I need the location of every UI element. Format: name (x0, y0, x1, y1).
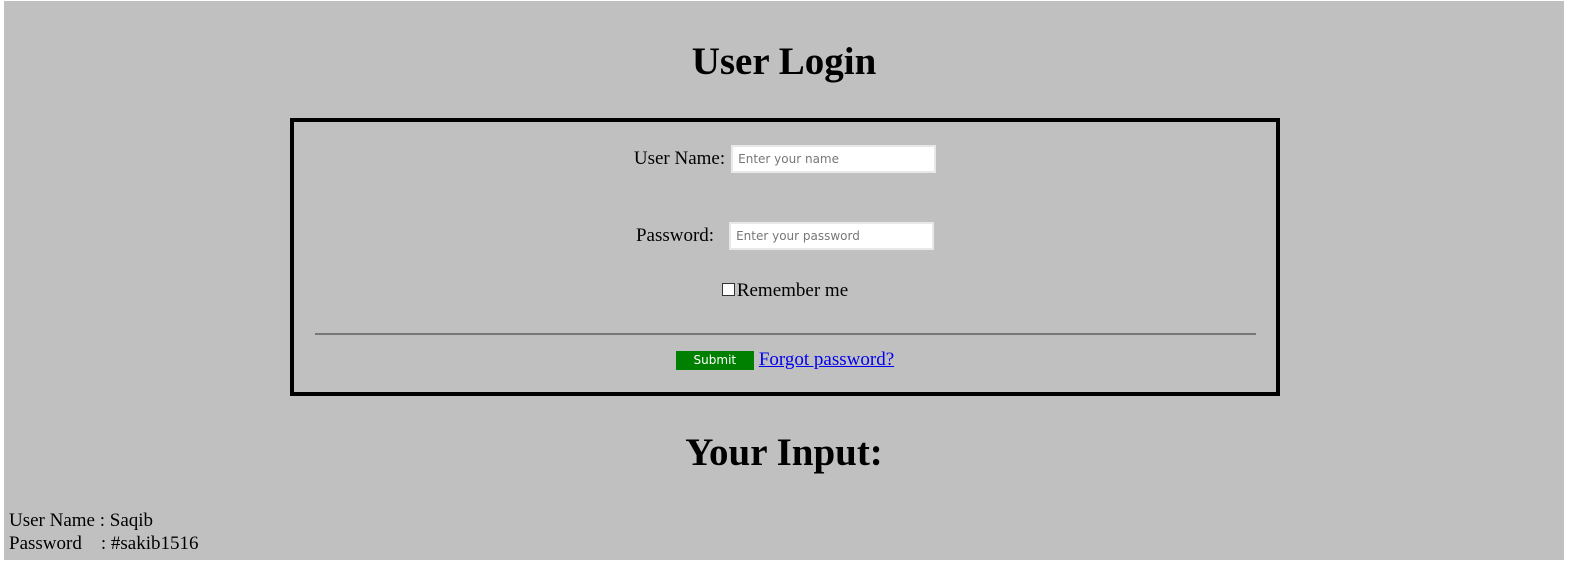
password-row: Password: (294, 222, 1276, 250)
password-label: Password: (635, 225, 715, 246)
remember-row: Remember me (294, 280, 1276, 302)
username-input[interactable] (731, 145, 937, 173)
password-input[interactable] (729, 222, 935, 250)
page-title: User Login (691, 40, 877, 83)
page-container: User Login User Name: Password: Remember… (4, 1, 1564, 560)
output-heading: Your Input: (685, 431, 883, 474)
form-divider (315, 333, 1256, 335)
output-block: User Name : Saqib Password : #sakib1516 (9, 509, 198, 555)
submit-button[interactable]: Submit (675, 350, 754, 370)
actions-row: Submit Forgot password? (294, 349, 1276, 371)
output-username: User Name : Saqib (9, 510, 154, 531)
forgot-password-link[interactable]: Forgot password? (759, 349, 894, 371)
remember-checkbox[interactable] (721, 283, 735, 296)
remember-label: Remember me (736, 280, 849, 301)
output-password: Password : #sakib1516 (9, 533, 199, 554)
username-label: User Name: (633, 148, 726, 169)
login-form: User Name: Password: Remember me Submit … (290, 118, 1280, 396)
username-row: User Name: (294, 145, 1276, 173)
